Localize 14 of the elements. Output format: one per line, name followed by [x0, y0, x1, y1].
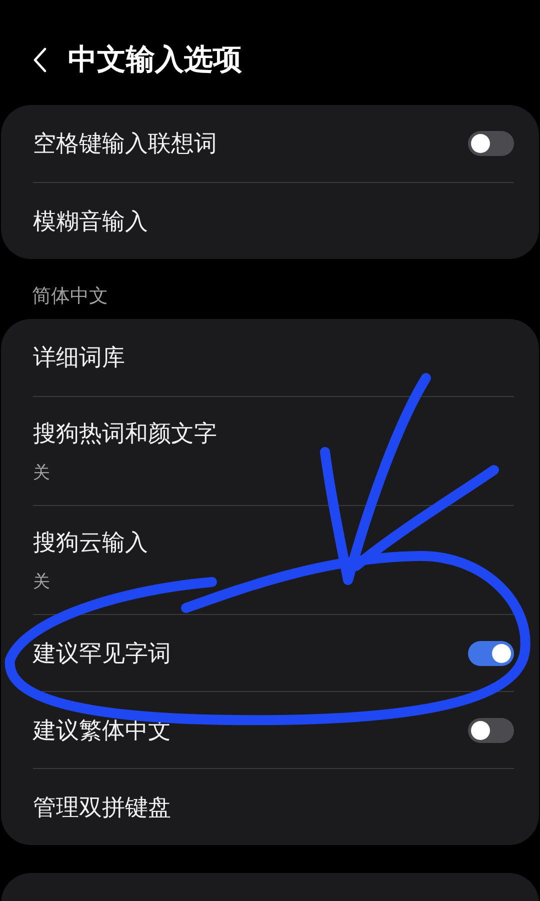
- page-title: 中文输入选项: [68, 40, 242, 78]
- setting-label[interactable]: 搜狗云输入: [33, 527, 148, 558]
- setting-label[interactable]: 搜狗热词和颜文字: [33, 418, 217, 449]
- toggle-switch[interactable]: [468, 640, 514, 666]
- toggle-switch[interactable]: [468, 131, 514, 156]
- setting-label[interactable]: 建议罕见字词: [33, 638, 171, 668]
- section-header: 简体中文: [31, 284, 109, 309]
- setting-label[interactable]: 详细词库: [33, 342, 125, 373]
- setting-value: 关: [33, 462, 51, 484]
- setting-value: 关: [33, 571, 51, 593]
- setting-label[interactable]: 空格键输入联想词: [33, 128, 217, 159]
- setting-label[interactable]: 管理双拼键盘: [33, 792, 171, 822]
- setting-label[interactable]: 模糊音输入: [33, 206, 148, 236]
- toggle-switch[interactable]: [468, 718, 514, 742]
